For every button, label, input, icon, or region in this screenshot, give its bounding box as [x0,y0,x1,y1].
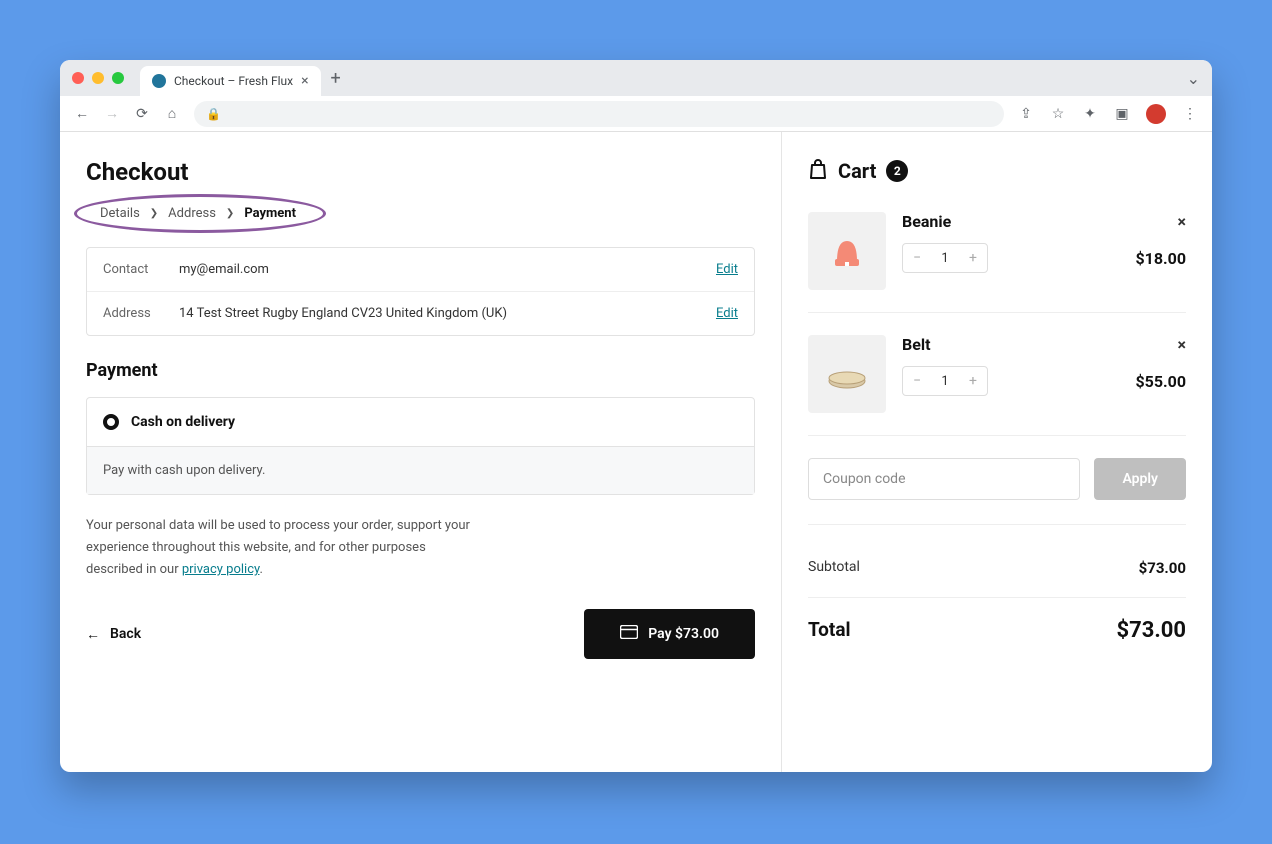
card-icon [620,625,638,643]
window-controls [72,72,124,84]
payment-option-cod[interactable]: Cash on delivery [87,398,754,446]
divider [808,597,1186,598]
product-name: Belt [902,335,931,354]
breadcrumb-step-payment: Payment [244,206,296,221]
cart-item: Belt × − 1 + $55.00 [808,335,1186,436]
reload-icon[interactable]: ⟳ [134,106,150,122]
maximize-window-button[interactable] [112,72,124,84]
edit-address-link[interactable]: Edit [716,306,738,321]
panel-icon[interactable]: ▣ [1114,106,1130,122]
apply-coupon-button[interactable]: Apply [1094,458,1186,500]
cart-item: Beanie × − 1 + $18.00 [808,212,1186,313]
radio-selected-icon [103,414,119,430]
page-content: Checkout Details ❯ Address ❯ Payment Con… [60,132,1212,772]
summary-contact-row: Contact my@email.com Edit [87,248,754,291]
address-bar: ← → ⟳ ⌂ 🔒 ⇪ ☆ ✦ ▣ ⋮ [60,96,1212,132]
browser-window: Checkout – Fresh Flux × + ⌄ ← → ⟳ ⌂ 🔒 ⇪ … [60,60,1212,772]
breadcrumb: Details ❯ Address ❯ Payment [86,200,310,227]
privacy-notice: Your personal data will be used to proce… [86,515,476,581]
action-row: ← Back Pay $73.00 [86,609,755,659]
cart-header: Cart 2 [808,158,1186,184]
coupon-input[interactable] [808,458,1080,500]
close-tab-icon[interactable]: × [301,73,308,89]
edit-contact-link[interactable]: Edit [716,262,738,277]
cart-column: Cart 2 Beanie × − 1 + [782,132,1212,772]
qty-value: 1 [931,251,959,266]
contact-label: Contact [103,262,179,277]
minimize-window-button[interactable] [92,72,104,84]
pay-button[interactable]: Pay $73.00 [584,609,755,659]
extensions-icon[interactable]: ✦ [1082,106,1098,122]
home-icon[interactable]: ⌂ [164,105,180,122]
url-input[interactable]: 🔒 [194,101,1004,127]
lock-icon: 🔒 [206,107,221,121]
order-summary: Contact my@email.com Edit Address 14 Tes… [86,247,755,336]
subtotal-label: Subtotal [808,559,860,577]
bag-icon [808,158,828,184]
favicon-icon [152,74,166,88]
payment-option-label: Cash on delivery [131,414,235,430]
tab-bar: Checkout – Fresh Flux × + ⌄ [60,60,1212,96]
payment-option-description: Pay with cash upon delivery. [87,446,754,494]
increase-qty-button[interactable]: + [959,367,987,395]
subtotal-row: Subtotal $73.00 [808,549,1186,587]
product-name: Beanie [902,212,951,231]
address-value: 14 Test Street Rugby England CV23 United… [179,306,716,321]
coupon-row: Apply [808,458,1186,525]
payment-section-title: Payment [86,360,755,381]
remove-item-button[interactable]: × [1178,335,1187,354]
decrease-qty-button[interactable]: − [903,244,931,272]
total-value: $73.00 [1117,618,1187,643]
increase-qty-button[interactable]: + [959,244,987,272]
item-price: $18.00 [1135,249,1186,268]
quantity-stepper: − 1 + [902,366,988,396]
browser-tab[interactable]: Checkout – Fresh Flux × [140,66,321,96]
privacy-text-prefix: Your personal data will be used to proce… [86,518,470,577]
checkout-column: Checkout Details ❯ Address ❯ Payment Con… [60,132,782,772]
subtotal-value: $73.00 [1139,559,1186,577]
remove-item-button[interactable]: × [1178,212,1187,231]
breadcrumb-step-details[interactable]: Details [100,206,140,221]
chevron-down-icon[interactable]: ⌄ [1187,69,1200,88]
item-price: $55.00 [1135,372,1186,391]
back-icon[interactable]: ← [74,105,90,122]
profile-avatar[interactable] [1146,104,1166,124]
tab-title: Checkout – Fresh Flux [174,74,293,88]
bookmark-icon[interactable]: ☆ [1050,106,1066,122]
share-icon[interactable]: ⇪ [1018,106,1034,122]
privacy-text-suffix: . [259,562,262,577]
privacy-policy-link[interactable]: privacy policy [182,562,260,577]
chevron-right-icon: ❯ [226,208,234,219]
breadcrumb-step-address[interactable]: Address [168,206,216,221]
pay-label: Pay $73.00 [648,626,719,642]
arrow-left-icon: ← [86,626,100,643]
menu-icon[interactable]: ⋮ [1182,106,1198,122]
total-label: Total [808,618,851,643]
forward-icon[interactable]: → [104,105,120,122]
payment-method-box: Cash on delivery Pay with cash upon deli… [86,397,755,495]
product-thumbnail [808,212,886,290]
back-label: Back [110,626,141,642]
product-thumbnail [808,335,886,413]
summary-address-row: Address 14 Test Street Rugby England CV2… [87,291,754,335]
address-label: Address [103,306,179,321]
back-button[interactable]: ← Back [86,626,141,643]
qty-value: 1 [931,374,959,389]
total-row: Total $73.00 [808,608,1186,653]
contact-value: my@email.com [179,262,716,277]
page-title: Checkout [86,158,755,186]
decrease-qty-button[interactable]: − [903,367,931,395]
cart-count-badge: 2 [886,160,908,182]
cart-title: Cart [838,159,876,183]
new-tab-button[interactable]: + [331,68,341,89]
close-window-button[interactable] [72,72,84,84]
quantity-stepper: − 1 + [902,243,988,273]
chevron-right-icon: ❯ [150,208,158,219]
